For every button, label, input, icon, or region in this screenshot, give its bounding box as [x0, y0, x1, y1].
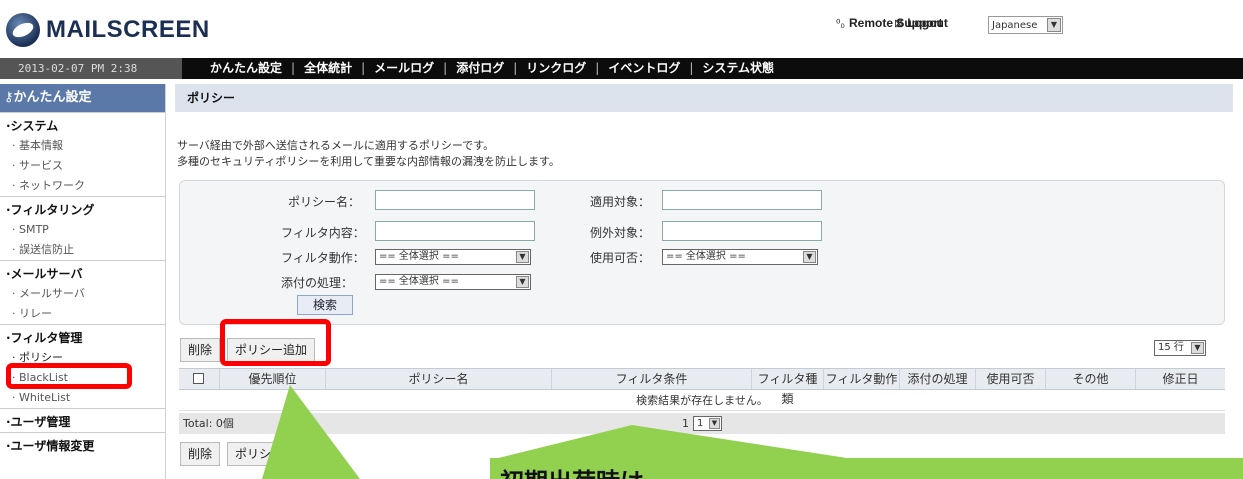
- menu-item-event-log[interactable]: イベントログ: [608, 61, 680, 75]
- sidebar-item-service[interactable]: · サービス: [0, 156, 165, 176]
- exception-input[interactable]: [662, 221, 822, 241]
- main-menu: かんたん設定 | 全体統計 | メールログ | 添付ログ | リンクログ | イベントログ | システム…: [210, 58, 774, 79]
- header: MAILSCREEN ⁰₀ Remote Support ⊠ Logout Ja…: [0, 0, 1243, 62]
- sidebar-item-whitelist[interactable]: · WhiteList: [0, 388, 165, 408]
- column-policy-name[interactable]: ポリシー名: [325, 369, 551, 389]
- attach-handling-label: 添付の処理：: [281, 276, 354, 290]
- menu-item-mail-log[interactable]: メールログ: [374, 61, 434, 75]
- menu-item-easy-setup[interactable]: かんたん設定: [210, 61, 282, 75]
- column-filter-action[interactable]: フィルタ動作: [823, 369, 899, 389]
- column-enabled[interactable]: 使用可否: [975, 369, 1045, 389]
- main-content: ポリシー サーバ経由で外部へ送信されるメールに適用するポリシーです。 多種のセキ…: [175, 84, 1233, 479]
- column-other[interactable]: その他: [1045, 369, 1135, 389]
- sidebar: ⚷かんたん設定 ·システム · 基本情報 · サービス · ネットワーク ·フィ…: [0, 84, 166, 479]
- column-filter-type[interactable]: フィルタ種類: [751, 369, 823, 406]
- delete-button[interactable]: 削除: [180, 338, 221, 362]
- menu-separator: |: [291, 61, 296, 75]
- highlight-policy-menu: [6, 363, 132, 389]
- search-button[interactable]: 検索: [297, 295, 353, 315]
- sidebar-group-filter-management[interactable]: ·フィルタ管理: [0, 324, 165, 348]
- key-icon: ⚷: [4, 90, 14, 105]
- column-priority[interactable]: 優先順位: [219, 369, 325, 389]
- description-line-1: サーバ経由で外部へ送信されるメールに適用するポリシーです。: [177, 139, 495, 152]
- sidebar-item-network[interactable]: · ネットワーク: [0, 176, 165, 196]
- remote-support-icon: ⁰₀: [836, 17, 845, 30]
- filter-action-value: == 全体選択 ==: [379, 251, 459, 262]
- enabled-label: 使用可否：: [590, 251, 651, 265]
- chevron-down-icon: ▼: [709, 418, 720, 429]
- description-line-2: 多種のセキュリティポリシーを利用して重要な内部情報の漏洩を防止します。: [177, 155, 560, 168]
- page-title: ポリシー: [175, 84, 1233, 112]
- logo-icon: [6, 13, 40, 47]
- chevron-down-icon: ▼: [1047, 18, 1061, 32]
- language-select[interactable]: Japanese ▼: [988, 16, 1063, 34]
- exception-label: 例外対象：: [590, 226, 651, 240]
- sidebar-item-relay[interactable]: · リレー: [0, 304, 165, 324]
- rows-per-page-select[interactable]: 15 行 ▼: [1154, 340, 1206, 356]
- menu-item-attach-log[interactable]: 添付ログ: [456, 61, 504, 75]
- chevron-down-icon: ▼: [803, 251, 816, 263]
- page-number: 1: [682, 417, 689, 430]
- menu-separator: |: [443, 61, 448, 75]
- logout-icon: ⊠: [894, 17, 904, 30]
- empty-result-message: 検索結果が存在しません。: [179, 391, 1225, 411]
- sidebar-group-system[interactable]: ·システム: [0, 112, 165, 136]
- pagination-bar: Total: 0個 1 1 ▼: [179, 413, 1225, 434]
- enabled-select[interactable]: == 全体選択 == ▼: [662, 249, 818, 265]
- search-panel: ポリシー名： 適用対象： フィルタ内容： 例外対象： フィルタ動作： == 全体…: [179, 180, 1225, 325]
- page-select[interactable]: 1 ▼: [693, 416, 722, 431]
- logout-label: Logout: [907, 16, 948, 30]
- chevron-down-icon: ▼: [516, 251, 529, 263]
- datetime: 2013-02-07 PM 2:38: [0, 58, 182, 79]
- menu-item-system-status[interactable]: システム状態: [702, 61, 774, 75]
- menu-item-statistics[interactable]: 全体統計: [304, 61, 352, 75]
- select-all-checkbox[interactable]: [193, 373, 204, 384]
- callout-text: 初期出荷時は: [500, 462, 644, 479]
- attach-handling-value: == 全体選択 ==: [379, 276, 459, 287]
- policy-name-input[interactable]: [375, 190, 535, 210]
- sidebar-item-basic-info[interactable]: · 基本情報: [0, 136, 165, 156]
- logo-text: MAILSCREEN: [46, 16, 210, 43]
- bottom-delete-button[interactable]: 削除: [180, 442, 221, 466]
- menu-separator: |: [689, 61, 694, 75]
- target-label: 適用対象：: [590, 195, 651, 209]
- highlight-add-policy: [220, 319, 331, 366]
- column-filter-condition[interactable]: フィルタ条件: [551, 369, 751, 389]
- logout-link[interactable]: ⊠ Logout: [894, 16, 948, 30]
- filter-content-label: フィルタ内容：: [281, 226, 365, 240]
- column-attach-handling[interactable]: 添付の処理: [899, 369, 975, 389]
- chevron-down-icon: ▼: [516, 276, 529, 288]
- chevron-down-icon: ▼: [1191, 342, 1204, 354]
- sidebar-group-filtering[interactable]: ·フィルタリング: [0, 196, 165, 220]
- page-description: サーバ経由で外部へ送信されるメールに適用するポリシーです。 多種のセキュリティポ…: [177, 138, 560, 170]
- sidebar-title: ⚷かんたん設定: [0, 84, 165, 112]
- sidebar-group-user-management[interactable]: ·ユーザ管理: [0, 408, 165, 432]
- pager: 1 1 ▼: [682, 415, 722, 432]
- target-input[interactable]: [662, 190, 822, 210]
- filter-action-label: フィルタ動作：: [281, 251, 365, 265]
- menu-item-link-log[interactable]: リンクログ: [526, 61, 586, 75]
- total-count: Total: 0個: [183, 417, 234, 430]
- sidebar-item-smtp[interactable]: · SMTP: [0, 220, 165, 240]
- sidebar-group-user-info-change[interactable]: ·ユーザ情報変更: [0, 432, 165, 456]
- page-select-value: 1: [697, 418, 704, 429]
- enabled-value: == 全体選択 ==: [666, 251, 746, 262]
- mailscreen-logo[interactable]: MAILSCREEN: [6, 10, 210, 50]
- menu-separator: |: [513, 61, 518, 75]
- bottom-add-policy-button[interactable]: ポリシ: [227, 442, 291, 466]
- menu-separator: |: [361, 61, 366, 75]
- menu-separator: |: [595, 61, 600, 75]
- policy-table-header: 優先順位 ポリシー名 フィルタ条件 フィルタ種類 フィルタ動作 添付の処理 使用…: [179, 368, 1225, 406]
- sidebar-group-mail-server[interactable]: ·メールサーバ: [0, 260, 165, 284]
- column-modified-date[interactable]: 修正日: [1135, 369, 1225, 389]
- rows-per-page-value: 15 行: [1158, 342, 1184, 353]
- sidebar-item-missend-prevention[interactable]: · 誤送信防止: [0, 240, 165, 260]
- attach-handling-select[interactable]: == 全体選択 == ▼: [375, 274, 531, 290]
- sidebar-item-mail-server[interactable]: · メールサーバ: [0, 284, 165, 304]
- language-value: Japanese: [992, 19, 1038, 31]
- filter-content-input[interactable]: [375, 221, 535, 241]
- policy-name-label: ポリシー名：: [288, 195, 361, 209]
- filter-action-select[interactable]: == 全体選択 == ▼: [375, 249, 531, 265]
- top-navbar: 2013-02-07 PM 2:38 かんたん設定 | 全体統計 | メールログ | 添付ロ…: [0, 58, 1243, 79]
